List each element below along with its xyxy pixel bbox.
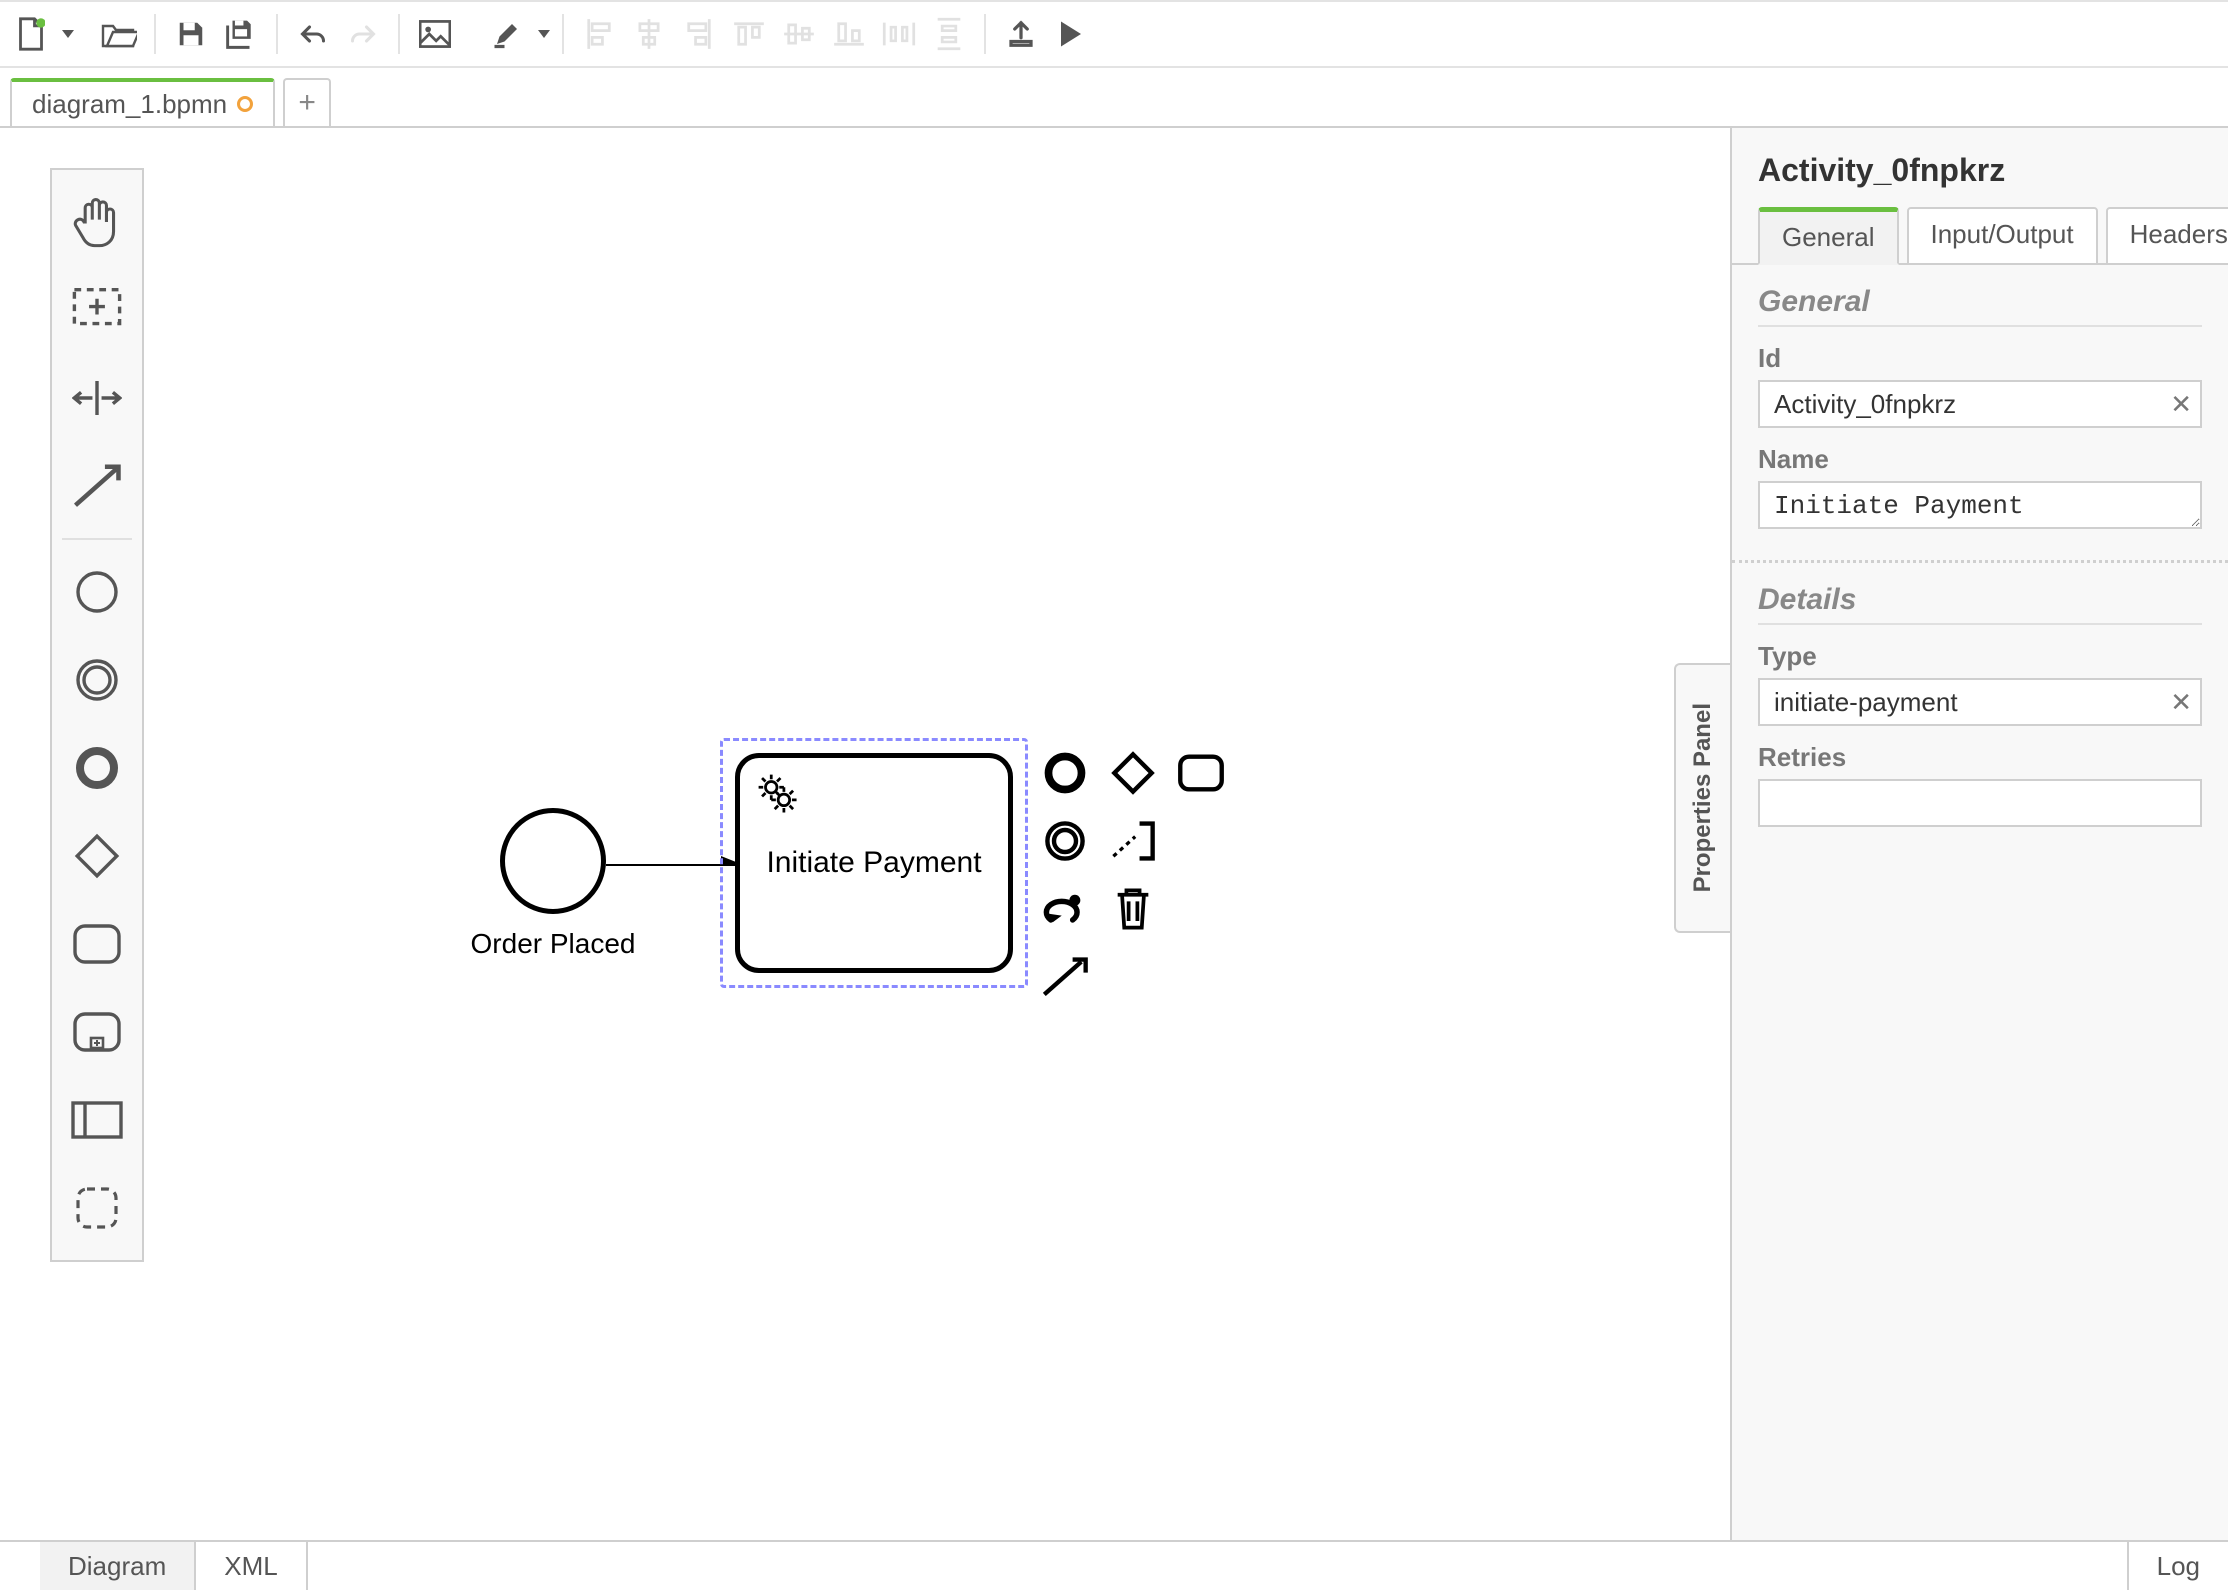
task-label: Initiate Payment [756,846,991,880]
unsaved-indicator-icon [237,96,253,112]
name-input[interactable] [1758,481,2202,529]
new-file-dropdown-caret[interactable] [62,30,74,38]
type-label: Type [1758,641,2202,672]
service-task-gear-icon [754,770,800,821]
view-tab-xml[interactable]: XML [196,1542,307,1590]
id-clear-icon[interactable]: ✕ [2170,391,2192,417]
properties-title: Activity_0fnpkrz [1758,152,2202,189]
align-bottom-button[interactable] [826,11,872,57]
create-group-button[interactable] [59,1170,135,1246]
tab-general[interactable]: General [1758,207,1899,265]
lasso-tool-button[interactable] [59,272,135,348]
file-tab-label: diagram_1.bpmn [32,89,227,120]
retries-input[interactable] [1758,779,2202,827]
service-task[interactable]: Initiate Payment [735,753,1013,973]
type-input[interactable] [1758,678,2202,726]
create-gateway-button[interactable] [59,818,135,894]
color-dropdown-caret[interactable] [538,30,550,38]
tab-input-output[interactable]: Input/Output [1907,207,2098,265]
retries-label: Retries [1758,742,2202,773]
new-tab-label: + [298,86,316,120]
change-type-button[interactable] [1035,879,1095,939]
create-task-button[interactable] [59,906,135,982]
create-intermediate-event-button[interactable] [59,642,135,718]
align-top-button[interactable] [726,11,772,57]
name-label: Name [1758,444,2202,475]
properties-panel: Activity_0fnpkrz General Input/Output He… [1730,128,2228,1540]
properties-panel-toggle-label: Properties Panel [1689,703,1717,892]
id-input[interactable] [1758,380,2202,428]
append-task-button[interactable] [1171,743,1231,803]
id-label: Id [1758,343,2202,374]
align-left-button[interactable] [576,11,622,57]
editor-main: Order Placed Initiate Payment [0,126,2228,1540]
create-end-event-button[interactable] [59,730,135,806]
space-tool-button[interactable] [59,360,135,436]
distribute-v-button[interactable] [926,11,972,57]
section-details-title: Details [1758,583,2202,625]
annotation-button[interactable] [1103,811,1163,871]
delete-button[interactable] [1103,879,1163,939]
append-intermediate-event-button[interactable] [1035,811,1095,871]
main-toolbar [0,0,2228,68]
footer-bar: Diagram XML Log [0,1540,2228,1590]
open-button[interactable] [96,11,142,57]
file-tabstrip: diagram_1.bpmn + [0,68,2228,126]
type-clear-icon[interactable]: ✕ [2170,689,2192,715]
log-toggle[interactable]: Log [2127,1542,2228,1590]
run-button[interactable] [1048,11,1094,57]
new-file-button[interactable] [8,11,54,57]
file-tab[interactable]: diagram_1.bpmn [10,78,275,126]
hand-tool-button[interactable] [59,184,135,260]
sequence-flow[interactable] [606,856,746,866]
start-event[interactable] [500,808,606,914]
create-subprocess-button[interactable] [59,994,135,1070]
append-gateway-button[interactable] [1103,743,1163,803]
save-button[interactable] [168,11,214,57]
start-event-label: Order Placed [458,928,648,960]
deploy-button[interactable] [998,11,1044,57]
tool-palette [50,168,144,1262]
connect-button[interactable] [1035,947,1095,1007]
align-center-v-button[interactable] [776,11,822,57]
properties-tabs: General Input/Output Headers [1732,205,2228,263]
new-tab-button[interactable]: + [283,78,331,126]
create-pool-button[interactable] [59,1082,135,1158]
global-connect-button[interactable] [59,448,135,524]
redo-button[interactable] [340,11,386,57]
section-general-title: General [1758,285,2202,327]
view-tab-diagram[interactable]: Diagram [40,1542,196,1590]
align-right-button[interactable] [676,11,722,57]
create-start-event-button[interactable] [59,554,135,630]
align-center-h-button[interactable] [626,11,672,57]
save-all-button[interactable] [218,11,264,57]
export-image-button[interactable] [412,11,458,57]
tab-headers[interactable]: Headers [2106,207,2228,265]
context-pad [1035,743,1235,1011]
append-end-event-button[interactable] [1035,743,1095,803]
distribute-h-button[interactable] [876,11,922,57]
properties-panel-toggle[interactable]: Properties Panel [1674,663,1730,933]
color-button[interactable] [484,11,530,57]
undo-button[interactable] [290,11,336,57]
